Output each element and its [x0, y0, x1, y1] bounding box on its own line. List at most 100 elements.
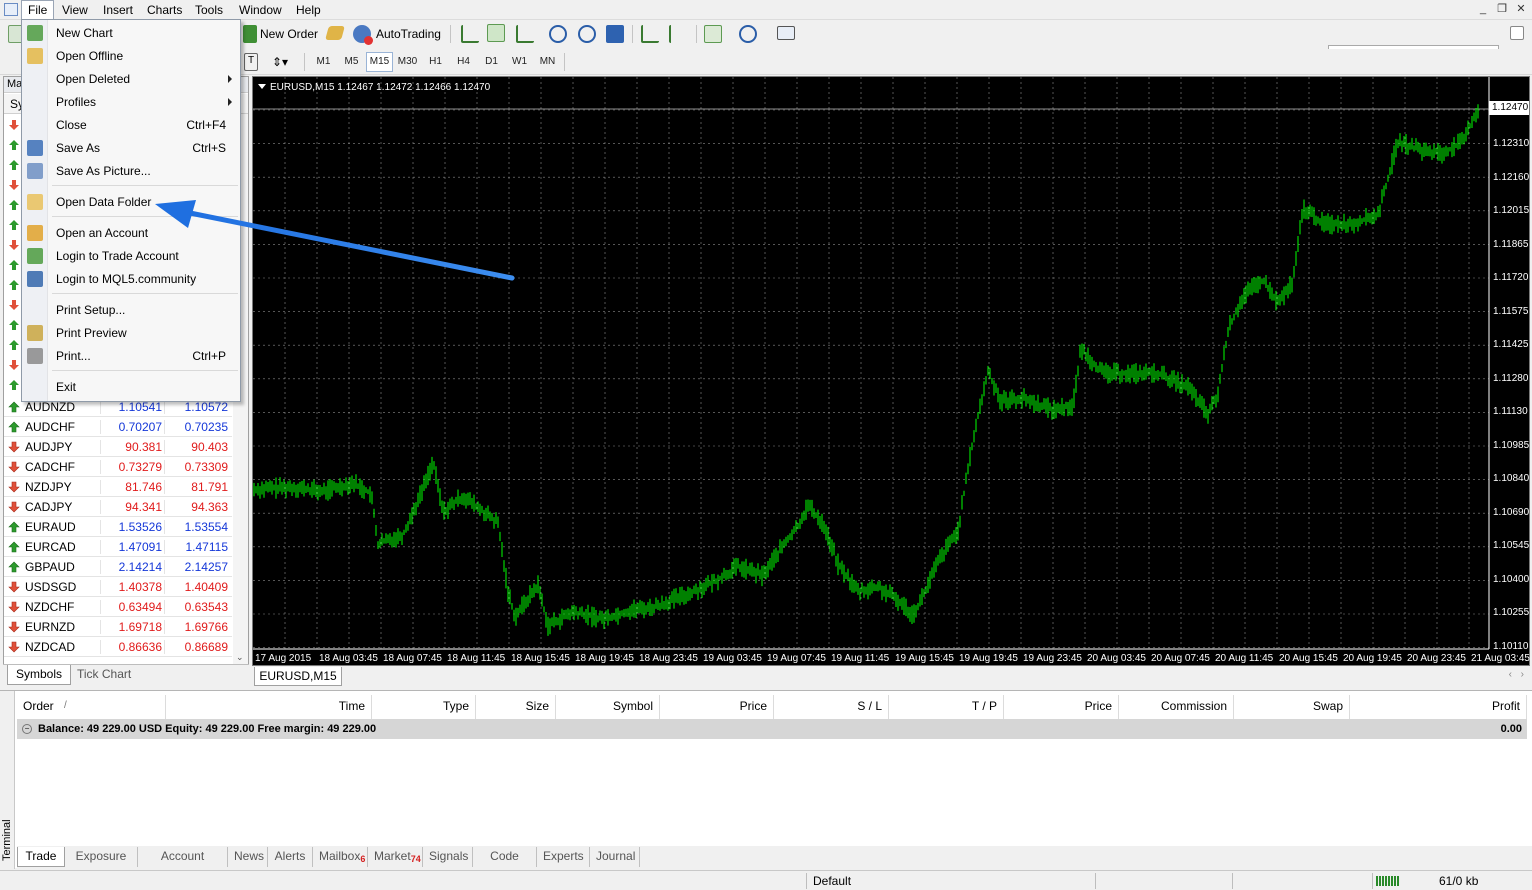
restore-icon[interactable]: ❐: [1495, 3, 1509, 16]
column-header[interactable]: Commission: [1119, 695, 1234, 719]
market-watch-row[interactable]: GBPAUD 2.14214 2.14257: [4, 557, 232, 577]
status-profile[interactable]: Default: [806, 873, 896, 889]
menu-help[interactable]: Help: [290, 0, 327, 20]
file-menu-open-an-account[interactable]: Open an Account: [22, 222, 240, 244]
column-header[interactable]: Size: [476, 695, 556, 719]
balance-row[interactable]: − Balance: 49 229.00 USD Equity: 49 229.…: [17, 719, 1527, 739]
tab-experts[interactable]: Experts: [537, 847, 590, 867]
chart-canvas[interactable]: [253, 77, 1531, 667]
timeframe-h4[interactable]: H4: [450, 52, 477, 72]
timeframe-mn[interactable]: MN: [534, 52, 561, 72]
file-menu-save-as-picture[interactable]: Save As Picture...: [22, 160, 240, 182]
market-watch-row[interactable]: AUDJPY 90.381 90.403: [4, 437, 232, 457]
column-header[interactable]: Price: [1004, 695, 1119, 719]
column-header[interactable]: Swap: [1234, 695, 1350, 719]
price-chart[interactable]: EURUSD,M15 1.12467 1.12472 1.12466 1.124…: [252, 76, 1530, 666]
file-menu-print[interactable]: Print... Ctrl+P: [22, 345, 240, 367]
autoscroll-icon[interactable]: [669, 25, 687, 43]
market-watch-row[interactable]: USDSGD 1.40378 1.40409: [4, 577, 232, 597]
column-header[interactable]: Type: [372, 695, 476, 719]
market-watch-row[interactable]: EURNZD 1.69718 1.69766: [4, 617, 232, 637]
scroll-down-icon[interactable]: ⌄: [236, 652, 244, 663]
minimize-icon[interactable]: _: [1476, 3, 1490, 16]
chart-shift-icon[interactable]: [641, 25, 659, 43]
timeframe-h1[interactable]: H1: [422, 52, 449, 72]
tab-tick-chart[interactable]: Tick Chart: [69, 665, 139, 685]
column-header[interactable]: S / L: [774, 695, 889, 719]
tab-exposure[interactable]: Exposure: [65, 847, 138, 867]
file-menu-close[interactable]: Close Ctrl+F4: [22, 114, 240, 136]
templates-icon[interactable]: [777, 26, 795, 40]
market-watch-row[interactable]: NZDCHF 0.63494 0.63543: [4, 597, 232, 617]
tab-mailbox[interactable]: Mailbox6: [313, 847, 368, 867]
file-menu-open-data-folder[interactable]: Open Data Folder: [22, 191, 240, 213]
zoom-out-icon[interactable]: [578, 25, 596, 43]
timeframe-w1[interactable]: W1: [506, 52, 533, 72]
tab-news[interactable]: News: [228, 847, 268, 867]
metaeditor-icon[interactable]: [325, 26, 345, 40]
tab-scroll-left-icon[interactable]: ‹: [1509, 669, 1512, 680]
file-menu-exit[interactable]: Exit: [22, 376, 240, 398]
column-header[interactable]: Order: [17, 695, 166, 719]
autotrading-button[interactable]: AutoTrading: [376, 23, 441, 45]
file-menu-new-chart[interactable]: New Chart: [22, 22, 240, 44]
close-icon[interactable]: ✕: [1514, 3, 1528, 16]
tab-symbols[interactable]: Symbols: [7, 665, 72, 685]
timeframe-d1[interactable]: D1: [478, 52, 505, 72]
tab-signals[interactable]: Signals: [423, 847, 473, 867]
text-tool-icon[interactable]: T: [244, 53, 258, 71]
notifications-icon[interactable]: [1510, 26, 1524, 40]
indicators-icon[interactable]: [704, 25, 722, 43]
candlestick-icon[interactable]: [487, 24, 505, 42]
market-watch-row[interactable]: CADJPY 94.341 94.363: [4, 497, 232, 517]
column-header[interactable]: Time: [166, 695, 372, 719]
menu-insert[interactable]: Insert: [97, 0, 139, 20]
file-menu-profiles[interactable]: Profiles: [22, 91, 240, 113]
market-watch-row[interactable]: NZDJPY 81.746 81.791: [4, 477, 232, 497]
column-header[interactable]: Price: [660, 695, 774, 719]
market-watch-row[interactable]: CADCHF 0.73279 0.73309: [4, 457, 232, 477]
menu-window[interactable]: Window: [233, 0, 288, 20]
market-watch-row[interactable]: AUDCHF 0.70207 0.70235: [4, 417, 232, 437]
autotrading-icon[interactable]: [353, 25, 373, 45]
market-watch-row[interactable]: NZDCAD 0.86636 0.86689: [4, 637, 232, 657]
tab-scroll-right-icon[interactable]: ›: [1521, 669, 1524, 680]
zoom-in-icon[interactable]: [549, 25, 567, 43]
file-menu-open-offline[interactable]: Open Offline: [22, 45, 240, 67]
file-menu-print-preview[interactable]: Print Preview: [22, 322, 240, 344]
file-menu-print-setup[interactable]: Print Setup...: [22, 299, 240, 321]
chart-menu-icon[interactable]: [258, 84, 266, 89]
file-menu-login-to-mql5-community[interactable]: Login to MQL5.community: [22, 268, 240, 290]
tile-windows-icon[interactable]: [606, 25, 624, 43]
arrows-tool-icon[interactable]: ⇕▾: [272, 53, 296, 71]
column-header[interactable]: T / P: [889, 695, 1004, 719]
menu-charts[interactable]: Charts: [141, 0, 188, 20]
file-menu-save-as[interactable]: Save As Ctrl+S: [22, 137, 240, 159]
tab-journal[interactable]: Journal: [590, 847, 640, 867]
menu-tools[interactable]: Tools: [189, 0, 229, 20]
menu-file[interactable]: File: [21, 0, 55, 20]
tab-alerts[interactable]: Alerts: [268, 847, 313, 867]
tab-chart-eurusd[interactable]: EURUSD,M15: [254, 667, 342, 686]
market-watch-row[interactable]: EURAUD 1.53526 1.53554: [4, 517, 232, 537]
column-header[interactable]: Profit: [1350, 695, 1527, 719]
status-connection[interactable]: 61/0 kb: [1372, 873, 1532, 889]
new-order-icon[interactable]: [243, 25, 257, 43]
tab-trade[interactable]: Trade: [17, 847, 65, 867]
menu-view[interactable]: View: [56, 0, 94, 20]
file-menu-open-deleted[interactable]: Open Deleted: [22, 68, 240, 90]
new-order-button[interactable]: New Order: [260, 23, 318, 45]
timeframe-m5[interactable]: M5: [338, 52, 365, 72]
line-chart-icon[interactable]: [516, 25, 534, 43]
bar-chart-icon[interactable]: [461, 25, 479, 43]
tab-account-history[interactable]: Account History: [138, 847, 228, 882]
timeframe-m15[interactable]: M15: [366, 52, 393, 72]
timeframe-m1[interactable]: M1: [310, 52, 337, 72]
timeframe-m30[interactable]: M30: [394, 52, 421, 72]
periods-clock-icon[interactable]: [739, 25, 757, 43]
market-watch-row[interactable]: EURCAD 1.47091 1.47115: [4, 537, 232, 557]
tab-market[interactable]: Market74: [368, 847, 423, 867]
file-menu-login-to-trade-account[interactable]: Login to Trade Account: [22, 245, 240, 267]
column-header[interactable]: Symbol: [556, 695, 660, 719]
tab-code-base[interactable]: Code Base: [473, 847, 537, 882]
